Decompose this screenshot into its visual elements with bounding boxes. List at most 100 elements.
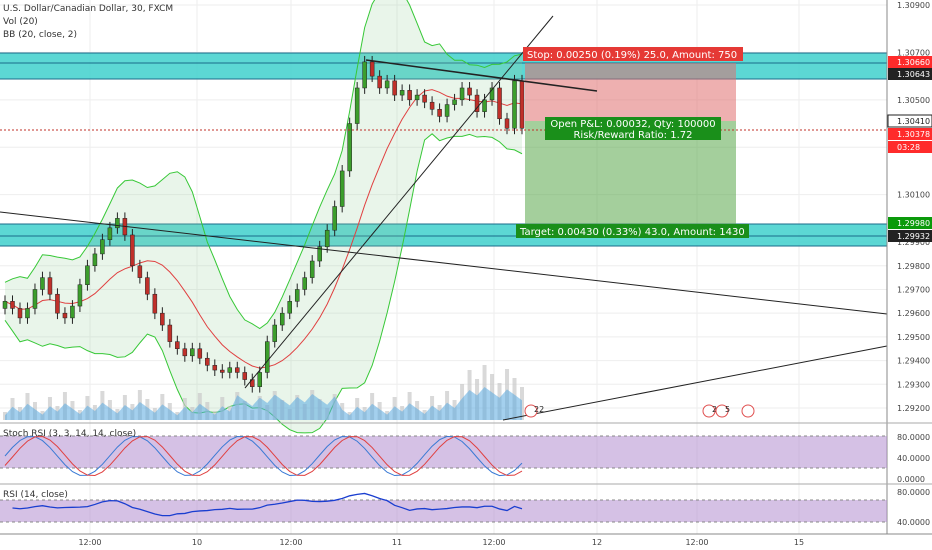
candle-body: [167, 324, 173, 342]
price-tick: 1.29400: [897, 357, 930, 366]
rsi-label: RSI (14, close): [3, 490, 68, 500]
candle-body: [190, 348, 195, 357]
candle-body: [85, 265, 90, 285]
price-tick: 1.29700: [897, 285, 930, 294]
stop-region: [525, 63, 736, 121]
bb-indicator-label: BB (20, close, 2): [3, 30, 78, 40]
time-tick: 12: [592, 538, 602, 547]
candle-body: [77, 284, 83, 307]
price-tick: 1.29300: [897, 380, 930, 389]
candle-body: [467, 87, 472, 96]
price-badge-text: 03:28: [897, 143, 920, 152]
candle-body: [17, 308, 23, 319]
candle-body: [407, 90, 412, 101]
candle-body: [444, 104, 450, 117]
candle-body: [294, 289, 300, 302]
candle-body: [279, 312, 285, 326]
candle-body: [519, 80, 525, 129]
candle-body: [62, 312, 68, 319]
candle-body: [399, 90, 405, 96]
candle-body: [264, 341, 270, 373]
vol-indicator-label: Vol (20): [3, 17, 38, 27]
time-tick: 12:00: [78, 538, 101, 547]
candle-body: [362, 61, 367, 89]
candle-body: [437, 109, 442, 117]
candle-body: [2, 301, 8, 309]
candle-body: [332, 206, 337, 231]
candle-body: [55, 293, 60, 314]
rsi-tick: 80.0000: [897, 488, 930, 497]
candle-body: [227, 367, 233, 373]
candle-body: [107, 227, 113, 240]
candle-body: [429, 101, 435, 110]
candle-body: [205, 357, 210, 366]
price-badge-text: 1.29932: [897, 232, 930, 241]
candle-body: [137, 265, 143, 278]
price-badge-text: 1.30643: [897, 70, 930, 79]
price-badge-text: 1.30410: [897, 117, 930, 126]
event-circle: [741, 404, 755, 418]
candle-body: [100, 239, 105, 255]
candle-body: [40, 277, 45, 290]
candle-body: [257, 372, 263, 387]
candle-body: [482, 99, 487, 112]
candle-body: [452, 99, 457, 105]
candle-body: [512, 80, 517, 129]
candle-body: [347, 123, 352, 172]
stoch-rsi-label: Stoch RSI (3, 3, 14, 14, close): [3, 429, 137, 439]
candle-body: [354, 87, 360, 124]
candle-body: [220, 369, 225, 373]
candle-body: [504, 118, 510, 129]
candle-body: [47, 277, 53, 295]
price-tick: 1.29500: [897, 333, 930, 342]
candle-body: [10, 301, 15, 309]
event-count: 5: [725, 405, 730, 414]
risk-reward-label: Risk/Reward Ratio: 1.72: [573, 130, 692, 141]
candle-body: [497, 87, 502, 120]
rsi-band: [0, 500, 887, 522]
stoch-tick: 40.0000: [897, 454, 930, 463]
candle-body: [309, 260, 315, 278]
candle-body: [414, 94, 420, 101]
stoch-tick: 80.0000: [897, 433, 930, 442]
candle-body: [287, 301, 292, 314]
price-tick: 1.29600: [897, 309, 930, 318]
candle-body: [25, 308, 30, 319]
price-tick: 1.30900: [897, 1, 930, 10]
candle-body: [152, 293, 158, 314]
candle-body: [115, 218, 120, 229]
candle-body: [302, 277, 307, 290]
candle-body: [384, 80, 390, 89]
candle-body: [175, 341, 180, 349]
time-tick: 12:00: [279, 538, 302, 547]
candle-body: [212, 365, 218, 371]
time-tick: 12:00: [685, 538, 708, 547]
price-tick: 1.30100: [897, 191, 930, 200]
chart-title: U.S. Dollar/Canadian Dollar, 30, FXCM: [3, 4, 174, 14]
candle-body: [92, 253, 98, 267]
candle-body: [422, 94, 427, 103]
price-tick: 1.29200: [897, 404, 930, 413]
event-count: 22: [534, 405, 544, 414]
candle-body: [324, 229, 330, 248]
candle-body: [32, 289, 38, 309]
candle-body: [377, 75, 382, 89]
time-tick: 10: [192, 538, 202, 547]
candle-body: [272, 324, 277, 342]
candle-body: [182, 348, 188, 357]
price-tick: 1.29800: [897, 262, 930, 271]
candle-body: [160, 312, 165, 326]
candle-body: [459, 87, 465, 101]
candle-body: [235, 367, 240, 373]
time-tick: 12:00: [482, 538, 505, 547]
rsi-tick: 40.0000: [897, 518, 930, 527]
price-badge-text: 1.29980: [897, 219, 930, 228]
price-tick: 1.30500: [897, 96, 930, 105]
candle-body: [130, 234, 135, 267]
price-badge-text: 1.30660: [897, 58, 930, 67]
price-badge-text: 1.30378: [897, 130, 930, 139]
candle-body: [242, 372, 248, 380]
candle-body: [392, 80, 397, 96]
open-pl-label: Open P&L: 0.00032, Qty: 100000: [550, 119, 715, 130]
chart-canvas[interactable]: Stop: 0.00250 (0.19%) 25.0, Amount: 750 O…: [0, 0, 932, 550]
